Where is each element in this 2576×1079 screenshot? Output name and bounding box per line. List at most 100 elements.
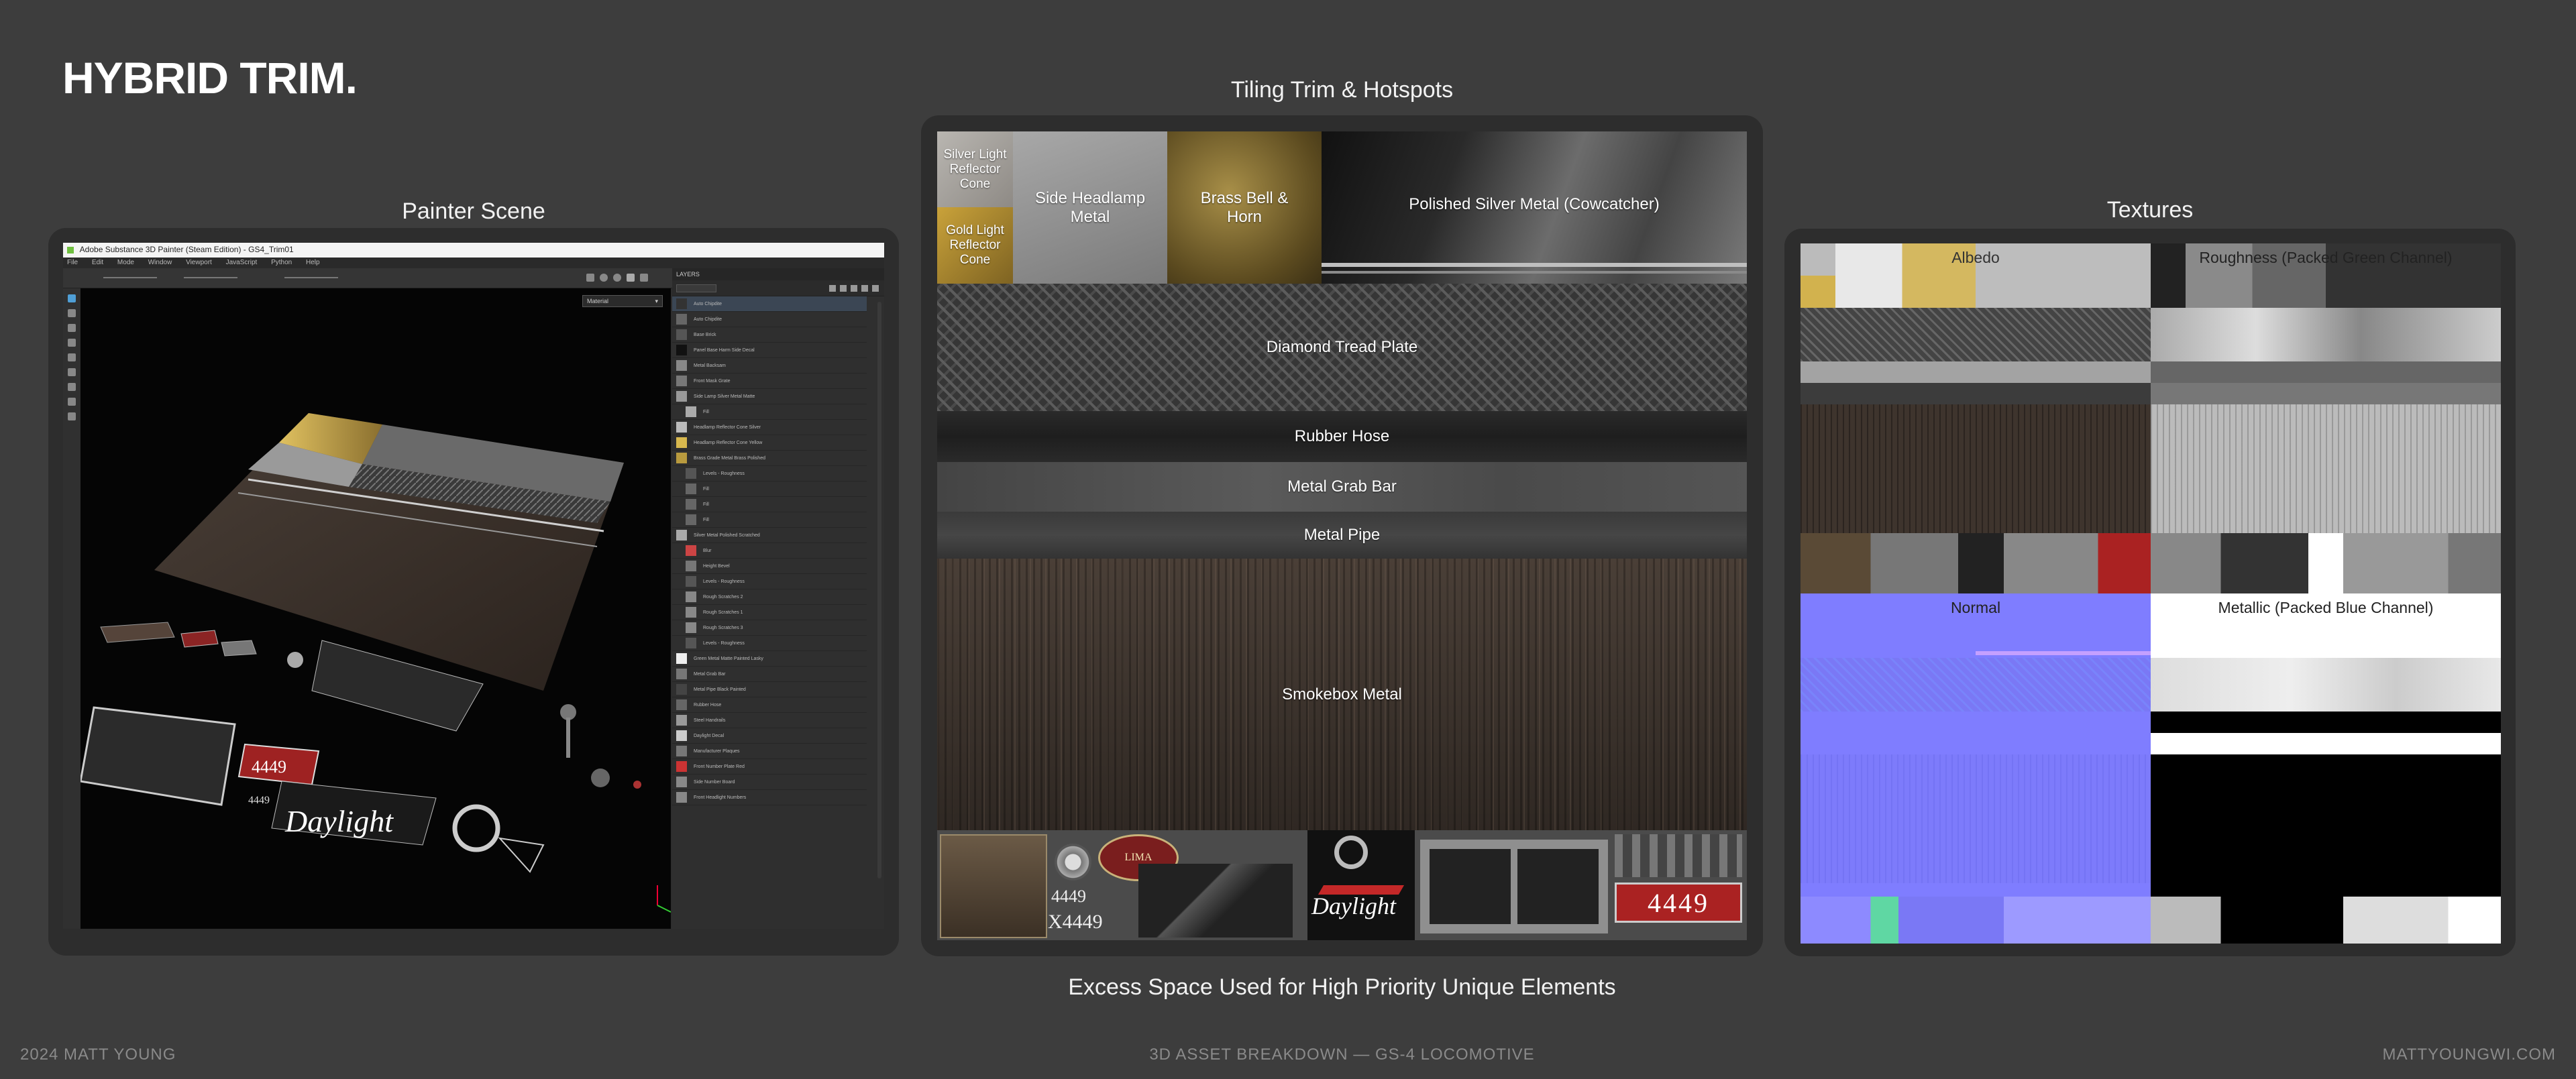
textures-panel: Albedo Roughness (Packed Green Channel) … xyxy=(1784,229,2516,956)
decal-lima xyxy=(180,630,219,648)
layer-thumbnail xyxy=(676,345,687,355)
layer-row[interactable]: Daylight Decal xyxy=(672,728,867,744)
layer-name: Front Number Plate Red xyxy=(694,764,745,769)
layer-name: Metal Pipe Black Painted xyxy=(694,687,746,692)
layer-row[interactable]: Manufacturer Plaques xyxy=(672,744,867,759)
brush-flow-slider[interactable] xyxy=(184,277,237,278)
layer-row[interactable]: Fill xyxy=(672,481,867,497)
layer-row[interactable]: Front Mask Grate xyxy=(672,374,867,389)
layer-thumbnail xyxy=(686,591,696,602)
menu-help[interactable]: Help xyxy=(306,259,320,266)
layer-thumbnail xyxy=(676,777,687,787)
layer-name: Rough Scratches 2 xyxy=(703,594,743,600)
layers-scrollbar[interactable] xyxy=(877,302,881,878)
layer-row[interactable]: Fill xyxy=(672,512,867,528)
layer-row[interactable]: Height Bevel xyxy=(672,559,867,574)
clone-tool-icon[interactable] xyxy=(68,368,76,376)
textures-caption: Textures xyxy=(2106,197,2194,223)
layer-thumbnail xyxy=(686,484,696,494)
layer-thumbnail xyxy=(686,576,696,587)
layer-row[interactable]: Green Metal Matte Painted Lasky xyxy=(672,651,867,667)
layer-row[interactable]: Levels - Roughness xyxy=(672,574,867,589)
paint-icon[interactable] xyxy=(627,274,635,282)
number-a: 4449 xyxy=(1051,887,1086,906)
menu-window[interactable]: Window xyxy=(148,259,172,266)
layer-row[interactable]: Metal Backsam xyxy=(672,358,867,374)
layer-row[interactable]: Levels - Roughness xyxy=(672,466,867,481)
layer-row[interactable]: Brass Grade Metal Brass Polished xyxy=(672,451,867,466)
paint-tool-icon[interactable] xyxy=(68,294,76,302)
layers-toolbar xyxy=(672,280,884,296)
menu-viewport[interactable]: Viewport xyxy=(186,259,212,266)
layer-row[interactable]: Panel Base Harm Side Decal xyxy=(672,343,867,358)
geometry-mask-icon[interactable] xyxy=(68,339,76,347)
settings-icon[interactable] xyxy=(613,274,621,282)
layer-row[interactable]: Rough Scratches 2 xyxy=(672,589,867,605)
unique-elements-strip: 4449 X4449 LIMA Daylight 4449 xyxy=(937,830,1747,940)
bake-icon[interactable] xyxy=(68,398,76,406)
menu-edit[interactable]: Edit xyxy=(92,259,103,266)
layer-thumbnail xyxy=(676,761,687,772)
layer-name: Height Bevel xyxy=(703,563,730,569)
brush-size-slider[interactable] xyxy=(103,277,157,278)
menu-python[interactable]: Python xyxy=(271,259,292,266)
side-headlamp-label: Side Headlamp Metal xyxy=(1034,188,1146,226)
gold-cone-cell: Gold Light Reflector Cone xyxy=(937,207,1013,284)
projection-tool-icon[interactable] xyxy=(68,324,76,332)
layer-thumbnail xyxy=(686,607,696,618)
menu-file[interactable]: File xyxy=(67,259,78,266)
layer-name: Silver Metal Polished Scratched xyxy=(694,532,760,538)
layer-row[interactable]: Metal Grab Bar xyxy=(672,667,867,682)
normal-label: Normal xyxy=(1950,599,2001,616)
add-layer-icon[interactable] xyxy=(829,284,836,292)
layer-thumbnail xyxy=(676,669,687,679)
layer-thumbnail xyxy=(676,329,687,340)
stroke-opacity-slider[interactable] xyxy=(284,277,338,278)
layer-row[interactable]: Side Number Board xyxy=(672,775,867,790)
layer-row[interactable]: Side Lamp Silver Metal Matte xyxy=(672,389,867,404)
footer-project: 3D ASSET BREAKDOWN — GS-4 LOCOMOTIVE xyxy=(1149,1045,1535,1064)
layer-row[interactable]: Rough Scratches 1 xyxy=(672,605,867,620)
menu-mode[interactable]: Mode xyxy=(117,259,134,266)
selection-tool-icon[interactable] xyxy=(68,412,76,420)
decal-stem xyxy=(566,718,570,758)
layer-row[interactable]: Rough Scratches 3 xyxy=(672,620,867,636)
layer-row[interactable]: Rubber Hose xyxy=(672,697,867,713)
menu-javascript[interactable]: JavaScript xyxy=(226,259,258,266)
brush-icon[interactable] xyxy=(640,274,648,282)
add-fill-icon[interactable] xyxy=(840,284,847,292)
layer-row[interactable]: Front Number Plate Red xyxy=(672,759,867,775)
blend-mode-dropdown[interactable] xyxy=(676,284,716,292)
rubber-hose-cell: Rubber Hose xyxy=(937,411,1747,462)
rubber-hose-label: Rubber Hose xyxy=(1294,427,1390,445)
delete-layer-icon[interactable] xyxy=(872,284,879,292)
layer-name: Fill xyxy=(703,502,709,507)
smudge-tool-icon[interactable] xyxy=(68,353,76,361)
layer-row[interactable]: Base Brick xyxy=(672,327,867,343)
picker-tool-icon[interactable] xyxy=(68,383,76,391)
layer-row[interactable]: Headlamp Reflector Cone Silver xyxy=(672,420,867,435)
layer-row[interactable]: Front Headlight Numbers xyxy=(672,790,867,805)
layer-row[interactable]: Levels - Roughness xyxy=(672,636,867,651)
camera-icon[interactable] xyxy=(586,274,594,282)
layer-row[interactable]: Steel Handrails xyxy=(672,713,867,728)
number-board-frame xyxy=(1420,840,1608,933)
layer-name: Brass Grade Metal Brass Polished xyxy=(694,455,765,461)
polished-silver-cell: Polished Silver Metal (Cowcatcher) xyxy=(1322,131,1747,284)
layer-row[interactable]: Headlamp Reflector Cone Yellow xyxy=(672,435,867,451)
layer-row[interactable]: Metal Pipe Black Painted xyxy=(672,682,867,697)
add-folder-icon[interactable] xyxy=(861,284,868,292)
add-mask-icon[interactable] xyxy=(851,284,857,292)
layer-row[interactable]: Fill xyxy=(672,404,867,420)
3d-viewport[interactable]: Material ▾ 4449 4449 Daylight xyxy=(80,288,671,929)
layer-row[interactable]: Fill xyxy=(672,497,867,512)
layer-row[interactable]: Blur xyxy=(672,543,867,559)
eraser-tool-icon[interactable] xyxy=(68,309,76,317)
render-icon[interactable] xyxy=(600,274,608,282)
layer-row[interactable]: Auto Chipdite xyxy=(672,312,867,327)
layer-name: Steel Handrails xyxy=(694,718,726,723)
layer-row[interactable]: Silver Metal Polished Scratched xyxy=(672,528,867,543)
layer-row[interactable]: Auto Chipdite xyxy=(672,296,867,312)
layers-header: LAYERS xyxy=(672,268,884,280)
footer-website[interactable]: MATTYOUNGWI.COM xyxy=(2382,1045,2556,1064)
